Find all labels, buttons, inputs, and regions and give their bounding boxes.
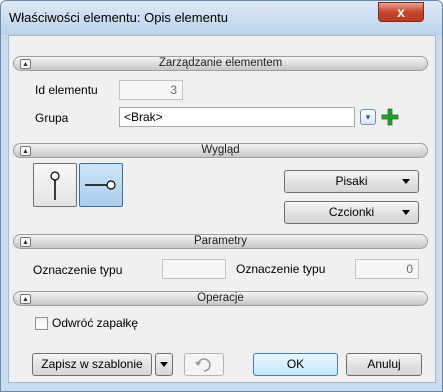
type-field-2[interactable]: 0	[355, 259, 419, 279]
fonts-button[interactable]: Czcionki	[284, 201, 419, 224]
reverse-checkbox[interactable]	[35, 317, 48, 330]
section-title-operations: Operacje	[197, 292, 244, 304]
type-label-2: Oznaczenie typu	[236, 262, 326, 276]
reverse-label[interactable]: Odwróć zapałkę	[52, 316, 138, 330]
undo-button	[184, 353, 224, 376]
fonts-label: Czcionki	[328, 205, 375, 219]
pick-icon[interactable]: ▾	[360, 109, 376, 125]
section-header-appearance[interactable]: ▲ Wygląd	[13, 143, 428, 158]
dropdown-arrow-icon	[402, 179, 410, 184]
type-field-1[interactable]	[162, 259, 226, 279]
dropdown-arrow-icon	[402, 210, 410, 215]
ok-button[interactable]: OK	[253, 353, 338, 376]
vertical-marker-icon	[50, 171, 60, 200]
pens-label: Pisaki	[335, 174, 368, 188]
undo-icon	[195, 358, 211, 372]
section-header-management[interactable]: ▲ Zarządzanie elementem	[13, 56, 428, 71]
section-title-management: Zarządzanie elementem	[158, 57, 283, 69]
add-icon[interactable]	[381, 108, 399, 126]
section-header-parameters[interactable]: ▲ Parametry	[13, 234, 428, 249]
save-template-dropdown[interactable]	[155, 353, 173, 376]
close-icon: x	[397, 4, 405, 20]
horizontal-marker-option[interactable]	[79, 163, 123, 207]
close-button[interactable]: x	[378, 2, 424, 22]
section-title-parameters: Parametry	[193, 235, 248, 247]
dropdown-arrow-icon	[160, 362, 168, 367]
id-field: 3	[119, 80, 183, 100]
group-label: Grupa	[35, 111, 69, 125]
group-field[interactable]: <Brak>	[119, 107, 355, 127]
id-label: Id elementu	[35, 83, 98, 97]
pens-button[interactable]: Pisaki	[284, 170, 419, 193]
section-title-appearance: Wygląd	[201, 144, 240, 156]
save-template-button[interactable]: Zapisz w szablonie	[32, 353, 152, 376]
dialog-title: Właściwości elementu: Opis elementu	[9, 10, 228, 25]
cancel-button[interactable]: Anuluj	[346, 353, 422, 376]
type-label-1: Oznaczenie typu	[33, 263, 123, 277]
vertical-marker-option[interactable]	[33, 163, 77, 207]
title-bar[interactable]: Właściwości elementu: Opis elementu x	[1, 1, 442, 35]
horizontal-marker-icon	[85, 180, 116, 190]
section-header-operations[interactable]: ▲ Operacje	[13, 291, 428, 306]
